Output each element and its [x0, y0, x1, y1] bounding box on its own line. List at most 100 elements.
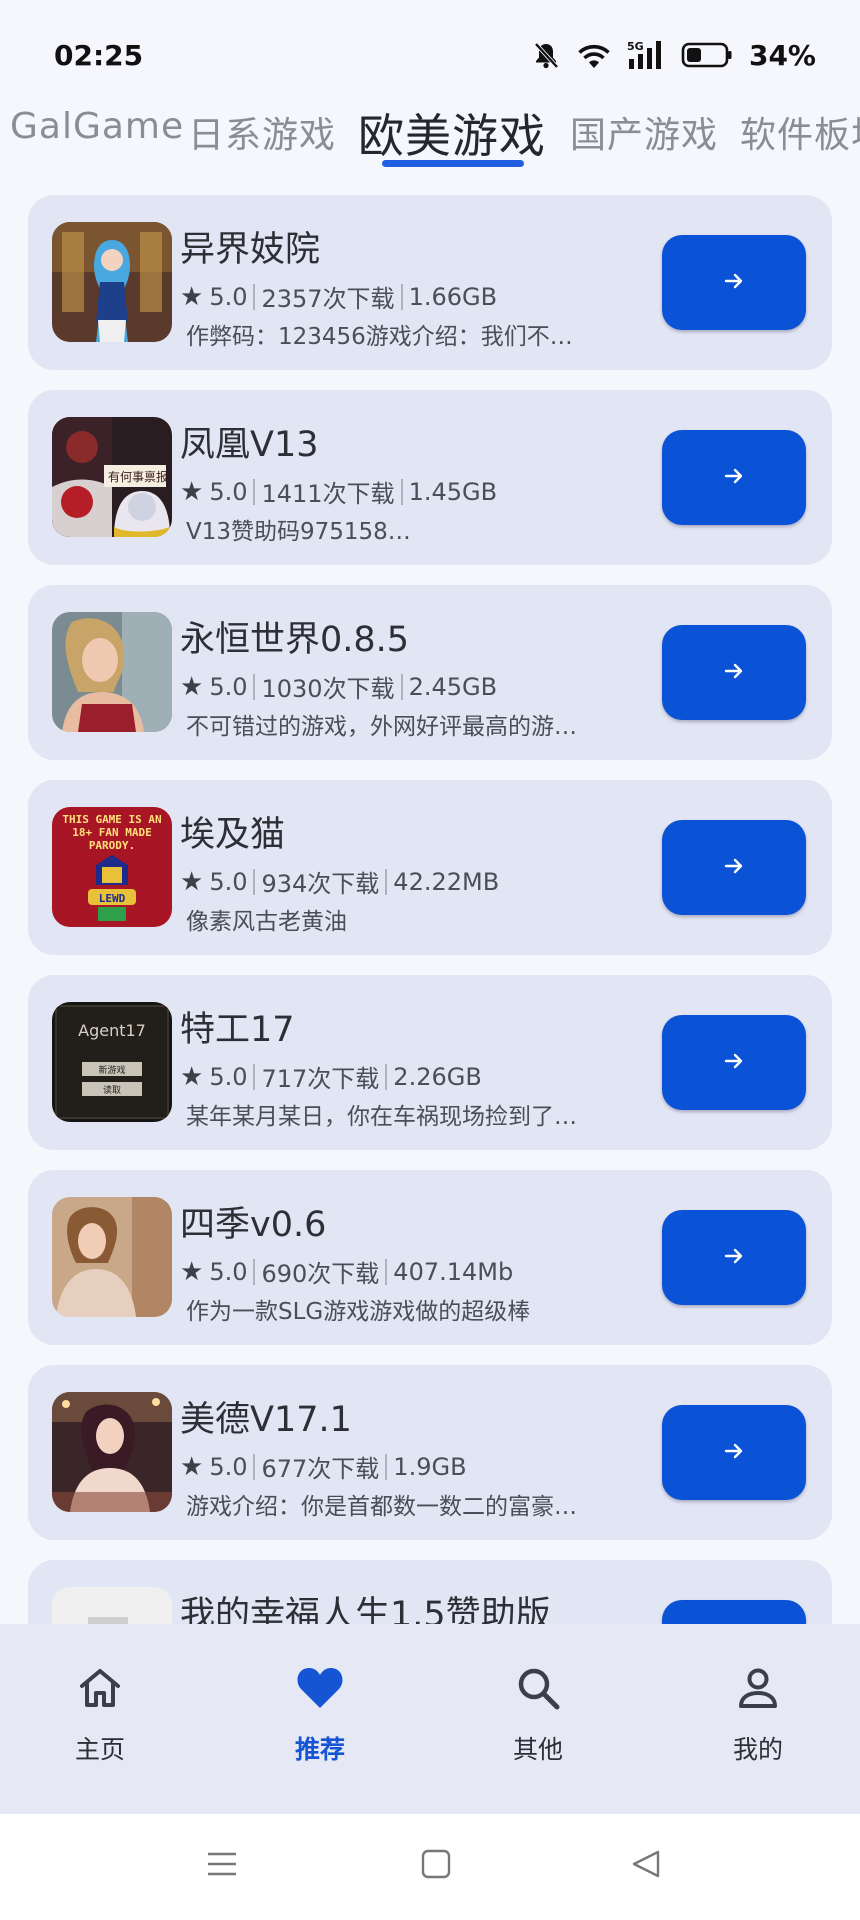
thumb-sign-text: 有何事禀报	[108, 469, 168, 484]
arrow-right-icon	[723, 465, 745, 491]
game-title: 特工17	[180, 1010, 295, 1050]
star-icon: ★	[180, 866, 204, 897]
divider	[400, 673, 403, 700]
game-rating: 5.0	[209, 1257, 248, 1286]
tab-japanese-games[interactable]: 日系游戏	[188, 106, 336, 158]
game-downloads: 934次下载	[261, 870, 380, 898]
game-rating: 5.0	[209, 1062, 248, 1091]
star-icon: ★	[180, 281, 204, 312]
tab-galgame[interactable]: GalGame	[10, 106, 184, 147]
divider	[385, 868, 388, 895]
game-title: 埃及猫	[180, 815, 286, 855]
system-navigation-bar	[0, 1814, 860, 1920]
game-size: 1.9GB	[393, 1452, 467, 1481]
game-title: 异界妓院	[180, 230, 321, 270]
tab-domestic-games[interactable]: 国产游戏	[570, 106, 718, 158]
game-size: 2.26GB	[393, 1062, 482, 1091]
game-thumbnail	[52, 1197, 172, 1317]
game-card[interactable]: Agent17 新游戏 读取 特工17 ★ 5.0 717次下载 2.26GB …	[28, 975, 832, 1150]
game-meta: ★ 5.0 690次下载 407.14Mb	[180, 1254, 513, 1289]
open-game-button[interactable]	[662, 430, 806, 525]
arrow-right-icon	[723, 660, 745, 686]
game-meta: ★ 5.0 2357次下载 1.66GB	[180, 279, 497, 314]
game-card[interactable]: 有何事禀报 凤凰V13 ★ 5.0 1411次下载 1.45GB V13赞助码9…	[28, 390, 832, 565]
game-card[interactable]: 四季v0.6 ★ 5.0 690次下载 407.14Mb 作为一款SLG游戏游戏…	[28, 1170, 832, 1345]
divider	[400, 478, 403, 505]
open-game-button[interactable]	[662, 1210, 806, 1305]
arrow-right-icon	[723, 855, 745, 881]
nav-home[interactable]: 主页	[20, 1664, 180, 1766]
nav-profile-label: 我的	[732, 1735, 783, 1764]
game-size: 2.45GB	[408, 672, 498, 701]
search-icon	[458, 1664, 618, 1712]
game-title: 美德V17.1	[180, 1400, 352, 1440]
open-game-button[interactable]	[662, 820, 806, 915]
home-square-icon[interactable]	[420, 1848, 452, 1884]
tab-western-games[interactable]: 欧美游戏	[358, 100, 546, 166]
divider	[253, 1063, 256, 1090]
heart-icon	[240, 1664, 400, 1712]
star-icon: ★	[180, 476, 204, 507]
star-icon: ★	[180, 1256, 204, 1287]
arrow-right-icon	[723, 1245, 745, 1271]
game-size: 407.14Mb	[393, 1257, 514, 1286]
open-game-button[interactable]	[662, 235, 806, 330]
tab-software[interactable]: 软件板块	[740, 106, 860, 158]
game-thumbnail: 有何事禀报	[52, 417, 172, 537]
open-game-button[interactable]	[662, 625, 806, 720]
thumb-agent-btn2: 读取	[103, 1084, 121, 1096]
game-downloads: 677次下载	[261, 1455, 380, 1483]
status-bar: 02:25 5G 34%	[0, 0, 860, 110]
game-card[interactable]: 异界妓院 ★ 5.0 2357次下载 1.66GB 作弊码：123456游戏介绍…	[28, 195, 832, 370]
game-size: 42.22MB	[393, 867, 500, 896]
thumb-agent-title: Agent17	[78, 1021, 146, 1040]
divider	[385, 1063, 388, 1090]
game-meta: ★ 5.0 677次下载 1.9GB	[180, 1449, 467, 1484]
arrow-right-icon	[723, 1440, 745, 1466]
game-rating: 5.0	[209, 1452, 248, 1481]
game-card[interactable]: THIS GAME IS AN 18+ FAN MADE PARODY. LEW…	[28, 780, 832, 955]
thumb-logo-text: LEWD	[99, 892, 126, 905]
bottom-navigation: 主页 推荐 其他 我的	[0, 1624, 860, 1814]
game-downloads: 690次下载	[261, 1260, 380, 1288]
nav-home-label: 主页	[74, 1735, 125, 1764]
nav-other[interactable]: 其他	[458, 1664, 618, 1766]
arrow-right-icon	[723, 1050, 745, 1076]
battery-icon	[681, 41, 733, 69]
game-meta: ★ 5.0 1030次下载 2.45GB	[180, 669, 497, 704]
home-icon	[20, 1664, 180, 1712]
game-title: 凤凰V13	[180, 425, 319, 465]
open-game-button[interactable]	[662, 1015, 806, 1110]
back-triangle-icon[interactable]	[630, 1848, 662, 1884]
wifi-icon	[575, 40, 613, 70]
game-description: 作弊码：123456游戏介绍：我们不…	[186, 324, 573, 350]
menu-icon[interactable]	[206, 1848, 238, 1884]
divider	[253, 283, 256, 310]
star-icon: ★	[180, 1451, 204, 1482]
nav-recommend-label: 推荐	[294, 1735, 345, 1764]
nav-profile[interactable]: 我的	[678, 1664, 838, 1766]
game-thumbnail: Agent17 新游戏 读取	[52, 1002, 172, 1122]
game-meta: ★ 5.0 717次下载 2.26GB	[180, 1059, 482, 1094]
game-downloads: 1030次下载	[261, 675, 395, 703]
game-description: V13赞助码975158…	[186, 519, 411, 545]
game-downloads: 1411次下载	[261, 480, 395, 508]
divider	[253, 478, 256, 505]
game-downloads: 2357次下载	[261, 285, 395, 313]
game-description: 游戏介绍：你是首都数一数二的富豪…	[186, 1494, 577, 1520]
game-description: 像素风古老黄油	[186, 909, 347, 935]
svg-text:18+ FAN MADE: 18+ FAN MADE	[72, 826, 151, 839]
game-meta: ★ 5.0 934次下载 42.22MB	[180, 864, 499, 899]
game-size: 1.66GB	[408, 282, 498, 311]
nav-recommend[interactable]: 推荐	[240, 1664, 400, 1766]
game-card[interactable]: 永恒世界0.8.5 ★ 5.0 1030次下载 2.45GB 不可错过的游戏，外…	[28, 585, 832, 760]
game-thumbnail	[52, 1392, 172, 1512]
divider	[385, 1453, 388, 1480]
active-tab-indicator	[382, 160, 524, 167]
divider	[400, 283, 403, 310]
open-game-button[interactable]	[662, 1405, 806, 1500]
divider	[253, 673, 256, 700]
game-thumbnail	[52, 222, 172, 342]
divider	[385, 1258, 388, 1285]
game-card[interactable]: 美德V17.1 ★ 5.0 677次下载 1.9GB 游戏介绍：你是首都数一数二…	[28, 1365, 832, 1540]
